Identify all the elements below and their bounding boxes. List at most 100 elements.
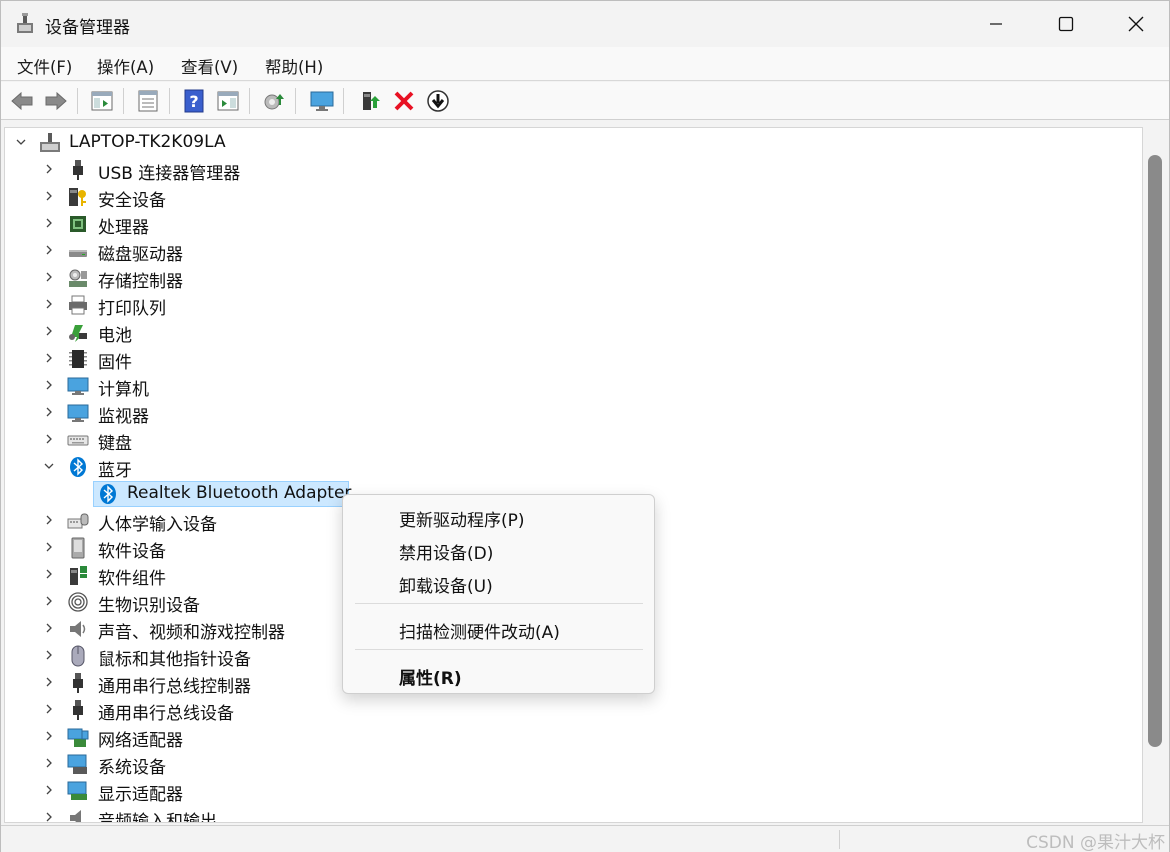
chevron-right-icon[interactable] (43, 406, 55, 418)
uninstall-device-button[interactable] (391, 88, 417, 114)
disable-device-button[interactable] (425, 88, 451, 114)
tree-category-item[interactable]: 打印队列 (5, 292, 905, 319)
chevron-right-icon[interactable] (43, 784, 55, 796)
tree-item-label: 软件设备 (98, 542, 166, 562)
ctx-uninstall-device[interactable]: 卸载设备(U) (399, 572, 493, 597)
processor-icon (67, 213, 89, 235)
chevron-right-icon[interactable] (43, 730, 55, 742)
chevron-right-icon[interactable] (43, 352, 55, 364)
status-bar: CSDN @果汁大杯 (1, 825, 1169, 852)
vertical-scrollbar[interactable] (1143, 127, 1167, 823)
tree-item-label: 音频输入和输出 (98, 812, 217, 823)
back-button[interactable] (9, 88, 35, 114)
show-hide-console-tree-button[interactable] (89, 88, 115, 114)
chevron-right-icon[interactable] (43, 433, 55, 445)
properties-button[interactable] (135, 88, 161, 114)
chevron-down-icon[interactable] (15, 136, 27, 148)
chevron-right-icon[interactable] (43, 649, 55, 661)
close-button[interactable] (1101, 1, 1170, 47)
chevron-right-icon[interactable] (43, 568, 55, 580)
maximize-button[interactable] (1031, 1, 1101, 47)
tree-category-item[interactable]: 通用串行总线设备 (5, 697, 905, 724)
tree-item-label: 软件组件 (98, 569, 166, 589)
toolbar-divider (123, 88, 124, 114)
toolbar-divider (343, 88, 344, 114)
software-device-icon (67, 537, 89, 559)
toolbar-divider (295, 88, 296, 114)
ctx-update-driver[interactable]: 更新驱动程序(P) (399, 506, 525, 531)
tree-item-label: USB 连接器管理器 (98, 164, 241, 184)
monitor-icon (309, 88, 335, 114)
maximize-icon (1058, 16, 1074, 32)
tree-category-item[interactable]: 蓝牙 (5, 454, 905, 481)
chevron-right-icon[interactable] (43, 325, 55, 337)
update-driver-button[interactable] (357, 88, 383, 114)
tree-device-label: Realtek Bluetooth Adapter (127, 483, 352, 503)
tree-item-label: 监视器 (98, 407, 149, 427)
uninstall-device-icon (391, 88, 417, 114)
toolbar-divider (169, 88, 170, 114)
scrollbar-thumb[interactable] (1148, 155, 1162, 747)
chevron-right-icon[interactable] (43, 217, 55, 229)
tree-category-item[interactable]: 存储控制器 (5, 265, 905, 292)
monitor-button[interactable] (309, 88, 335, 114)
menu-view[interactable]: 查看(V) (181, 54, 238, 78)
audio-io-icon (67, 807, 89, 822)
menu-help[interactable]: 帮助(H) (265, 54, 323, 78)
tree-category-item[interactable]: 计算机 (5, 373, 905, 400)
tree-item-label: 人体学输入设备 (98, 515, 217, 535)
device-tree: LAPTOP-TK2K09LA USB 连接器管理器 安全设备 处理器 磁盘驱动器 存储… (4, 127, 1143, 823)
tree-item-label: 固件 (98, 353, 132, 373)
chevron-right-icon[interactable] (43, 190, 55, 202)
chevron-right-icon[interactable] (43, 622, 55, 634)
storage-controller-icon (67, 267, 89, 289)
tree-category-item[interactable]: 键盘 (5, 427, 905, 454)
tree-item-label: 显示适配器 (98, 785, 183, 805)
chevron-right-icon[interactable] (43, 271, 55, 283)
chevron-right-icon[interactable] (43, 757, 55, 769)
tree-category-item[interactable]: 系统设备 (5, 751, 905, 778)
chevron-right-icon[interactable] (43, 541, 55, 553)
tree-category-item[interactable]: 网络适配器 (5, 724, 905, 751)
tree-item-label: 打印队列 (98, 299, 166, 319)
tree-item-label: 鼠标和其他指针设备 (98, 650, 251, 670)
chevron-right-icon[interactable] (43, 244, 55, 256)
tree-category-item[interactable]: 安全设备 (5, 184, 905, 211)
tree-category-item[interactable]: 处理器 (5, 211, 905, 238)
tree-category-item[interactable]: 监视器 (5, 400, 905, 427)
action-pane-button[interactable] (215, 88, 241, 114)
chevron-right-icon[interactable] (43, 703, 55, 715)
tree-category-item[interactable]: 显示适配器 (5, 778, 905, 805)
firmware-icon (67, 348, 89, 370)
chevron-right-icon[interactable] (43, 676, 55, 688)
tree-category-item[interactable]: USB 连接器管理器 (5, 157, 905, 184)
minimize-button[interactable] (961, 1, 1031, 47)
tree-root[interactable]: LAPTOP-TK2K09LA (5, 130, 905, 156)
chevron-down-icon[interactable] (43, 460, 55, 472)
tree-category-item[interactable]: 磁盘驱动器 (5, 238, 905, 265)
chevron-right-icon[interactable] (43, 811, 55, 822)
forward-button[interactable] (43, 88, 69, 114)
chevron-right-icon[interactable] (43, 595, 55, 607)
ctx-properties[interactable]: 属性(R) (399, 664, 462, 689)
ctx-disable-device[interactable]: 禁用设备(D) (399, 539, 493, 564)
bluetooth-icon (67, 456, 89, 478)
tree-category-item[interactable]: 音频输入和输出 (5, 805, 905, 823)
disk-drive-icon (67, 240, 89, 262)
menu-file[interactable]: 文件(F) (17, 54, 72, 78)
tree-category-item[interactable]: 固件 (5, 346, 905, 373)
svg-text:?: ? (189, 92, 198, 111)
menu-action[interactable]: 操作(A) (97, 54, 154, 78)
minimize-icon (989, 17, 1003, 31)
help-button[interactable]: ? (181, 88, 207, 114)
chevron-right-icon[interactable] (43, 379, 55, 391)
usb-icon (67, 699, 89, 721)
chevron-right-icon[interactable] (43, 163, 55, 175)
computer-root-icon (39, 132, 61, 154)
tree-category-item[interactable]: 电池 (5, 319, 905, 346)
tree-item-label: 电池 (98, 326, 132, 346)
scan-hardware-button[interactable] (261, 88, 287, 114)
ctx-scan-hardware[interactable]: 扫描检测硬件改动(A) (399, 618, 560, 643)
chevron-right-icon[interactable] (43, 298, 55, 310)
chevron-right-icon[interactable] (43, 514, 55, 526)
